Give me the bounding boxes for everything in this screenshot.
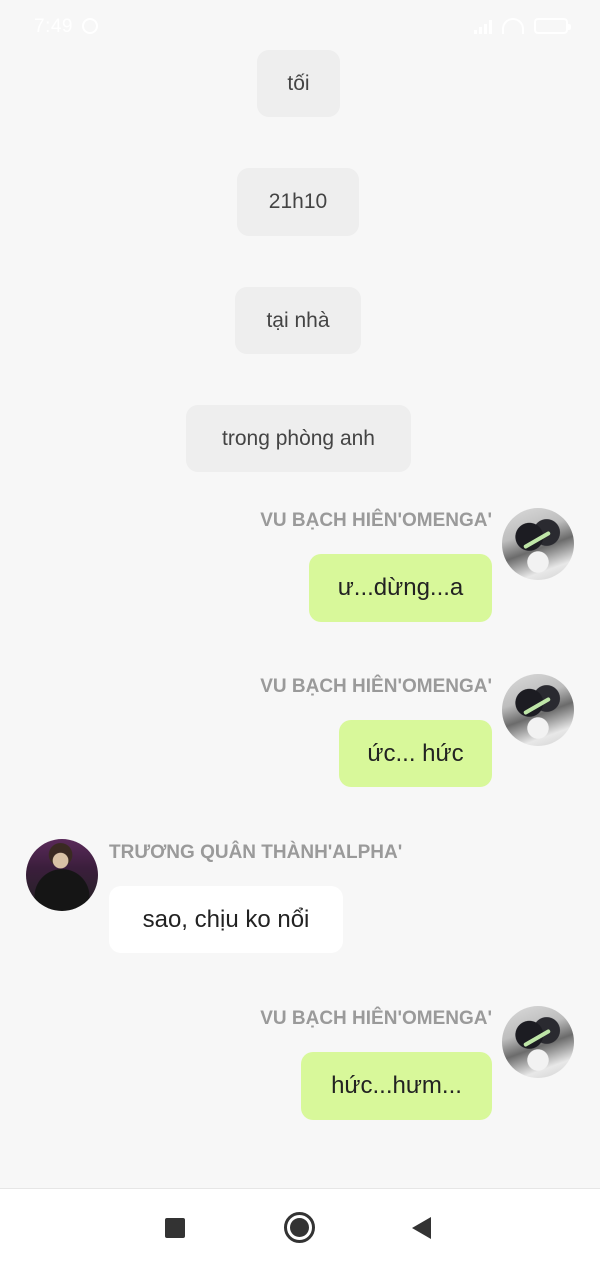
signal-icon	[474, 18, 492, 34]
narration-bubble: tại nhà	[235, 287, 361, 354]
avatar[interactable]	[502, 1006, 574, 1078]
message-bubble[interactable]: ư...dừng...a	[309, 554, 492, 622]
sender-name: VU BẠCH HIÊN'OMENGA'	[260, 510, 492, 531]
narration-bubble: 21h10	[237, 168, 359, 236]
navigation-bar	[0, 1188, 600, 1267]
battery-icon	[534, 18, 571, 34]
narration-bubble: tối	[257, 50, 340, 117]
sender-name: TRƯƠNG QUÂN THÀNH'ALPHA'	[109, 842, 403, 863]
narration-bubble: trong phòng anh	[186, 405, 411, 472]
avatar[interactable]	[502, 508, 574, 580]
avatar[interactable]	[502, 674, 574, 746]
sender-name: VU BẠCH HIÊN'OMENGA'	[260, 676, 492, 697]
sender-name: VU BẠCH HIÊN'OMENGA'	[260, 1008, 492, 1029]
status-bar: 7:49	[0, 0, 600, 56]
wifi-icon	[502, 18, 524, 34]
recent-apps-icon[interactable]	[165, 1218, 185, 1238]
message-bubble[interactable]: hức...hưm...	[301, 1052, 492, 1120]
notification-icon	[82, 18, 98, 34]
avatar[interactable]	[26, 839, 98, 911]
message-bubble[interactable]: ức... hức	[339, 720, 492, 787]
message-bubble[interactable]: sao, chịu ko nổi	[109, 886, 343, 953]
home-icon[interactable]	[284, 1212, 315, 1243]
status-time: 7:49	[34, 16, 73, 37]
status-icons	[474, 18, 571, 34]
back-icon[interactable]	[412, 1217, 431, 1239]
